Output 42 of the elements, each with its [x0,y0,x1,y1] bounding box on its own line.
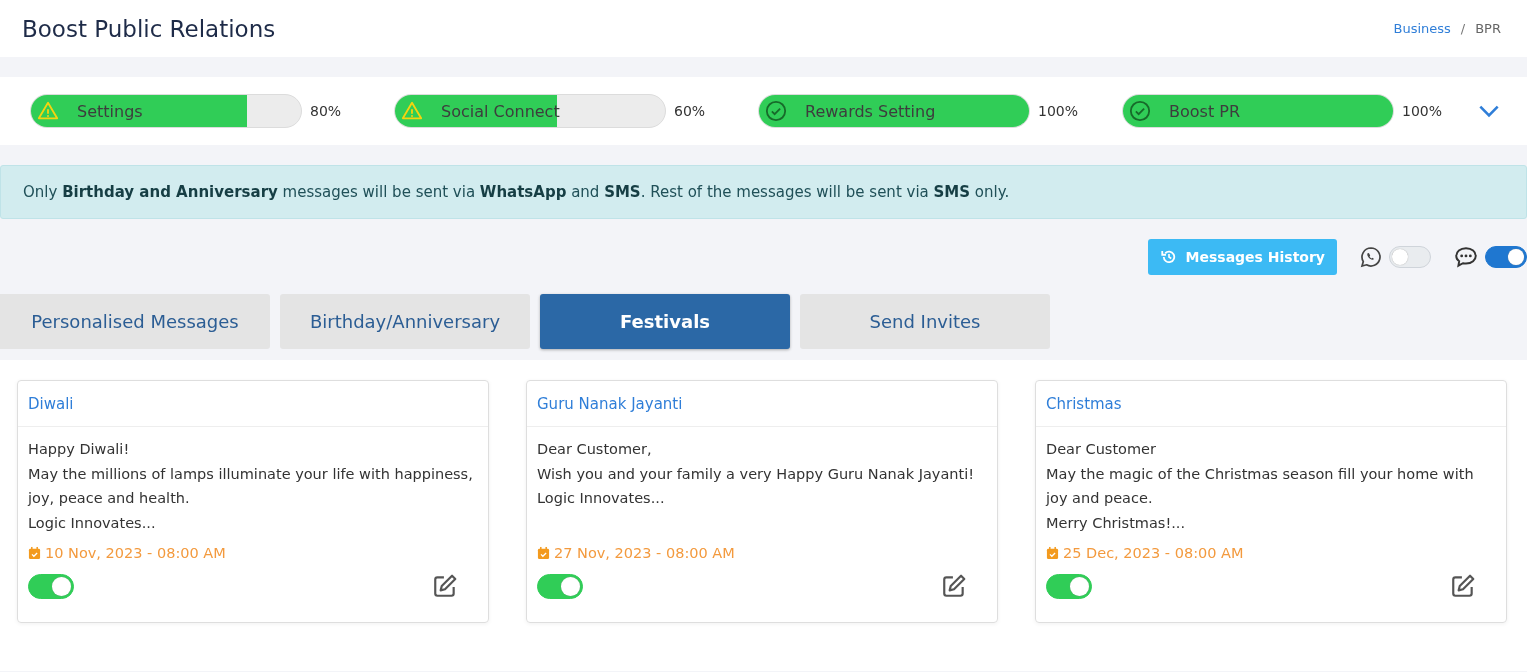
tab[interactable]: Personalised Messages [0,294,270,349]
schedule-date: 27 Nov, 2023 - 08:00 AM [554,545,735,561]
breadcrumb-current: BPR [1475,21,1501,36]
breadcrumb-link[interactable]: Business [1393,21,1451,36]
history-icon [1159,248,1178,266]
tab[interactable]: Send Invites [800,294,1050,349]
check-circle-icon [765,100,787,122]
progress-percent: 100% [1038,103,1079,119]
check-circle-icon [1129,100,1151,122]
whatsapp-icon [1359,245,1383,269]
calendar-icon [28,546,41,560]
toggle-switch[interactable] [537,573,583,599]
warning-icon [37,100,59,122]
tab[interactable]: Birthday/Anniversary [280,294,530,349]
card-title: Guru Nanak Jayanti [537,394,683,413]
page-title: Boost Public Relations [22,15,276,42]
calendar-icon [1046,546,1059,560]
toggle-switch[interactable] [1485,246,1527,268]
schedule-date: 10 Nov, 2023 - 08:00 AM [45,545,226,561]
edit-icon[interactable] [432,573,458,599]
message-text: Dear Customer, Wish you and your family a very Happy Guru Nanak Jayanti! Logic Innovates... [537,440,975,508]
edit-icon[interactable] [941,573,967,599]
chat-bubble-icon [1453,244,1479,270]
message-text: Dear Customer May the magic of the Christmas season fill your home with joy and peace. Merry Christmas!... [1046,440,1475,533]
warning-icon [401,100,423,122]
tab[interactable]: Festivals [540,294,790,349]
progress-percent: 80% [310,103,342,119]
edit-icon[interactable] [1450,573,1476,599]
progress-label: Boost PR [1169,101,1240,121]
toggle-switch[interactable] [1046,573,1092,599]
schedule-date: 25 Dec, 2023 - 08:00 AM [1063,545,1244,561]
card-title: Diwali [28,394,74,413]
progress-label: Rewards Setting [805,101,936,121]
toggle-switch[interactable] [28,573,74,599]
breadcrumb-separator: / [1460,21,1466,36]
progress-label: Settings [77,101,143,121]
info-alert: Only Birthday and Anniversary messages will be sent via WhatsApp and SMS. Rest of the messages will be sent via SMS only. [0,165,1527,219]
calendar-icon [537,546,550,560]
progress-percent: 60% [674,103,706,119]
progress-percent: 100% [1402,103,1443,119]
card-title: Christmas [1046,394,1122,413]
message-text: Happy Diwali! May the millions of lamps illuminate your life with happiness, joy, peace and health. Logic Innovates... [28,440,474,533]
